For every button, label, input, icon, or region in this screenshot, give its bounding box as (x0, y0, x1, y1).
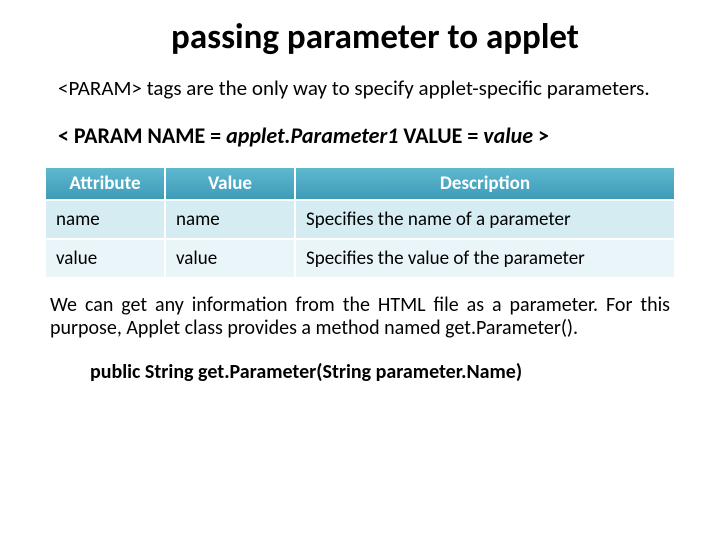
cell-desc: Specifies the value of the parameter (295, 239, 675, 278)
method-signature: public String get.Parameter(String param… (90, 360, 680, 384)
col-header-value: Value (165, 167, 295, 200)
cell-value: value (165, 239, 295, 278)
page-title: passing parameter to applet (70, 16, 680, 58)
slide: passing parameter to applet <PARAM> tags… (0, 0, 720, 404)
intro-text: <PARAM> tags are the only way to specify… (58, 76, 662, 100)
syntax-mid: VALUE = (398, 122, 483, 149)
table-row: name name Specifies the name of a parame… (45, 200, 675, 239)
syntax-pre: < PARAM NAME = (58, 122, 226, 149)
col-header-attribute: Attribute (45, 167, 165, 200)
syntax-line: < PARAM NAME = applet.Parameter1 VALUE =… (58, 122, 662, 149)
cell-value: name (165, 200, 295, 239)
syntax-post: > (533, 122, 549, 149)
table-header-row: Attribute Value Description (45, 167, 675, 200)
body-paragraph: We can get any information from the HTML… (50, 294, 670, 340)
syntax-param2: value (483, 122, 533, 149)
attributes-table: Attribute Value Description name name Sp… (45, 167, 675, 278)
cell-attr: value (45, 239, 165, 278)
table-row: value value Specifies the value of the p… (45, 239, 675, 278)
cell-desc: Specifies the name of a parameter (295, 200, 675, 239)
cell-attr: name (45, 200, 165, 239)
col-header-description: Description (295, 167, 675, 200)
syntax-param1: applet.Parameter1 (226, 122, 398, 149)
